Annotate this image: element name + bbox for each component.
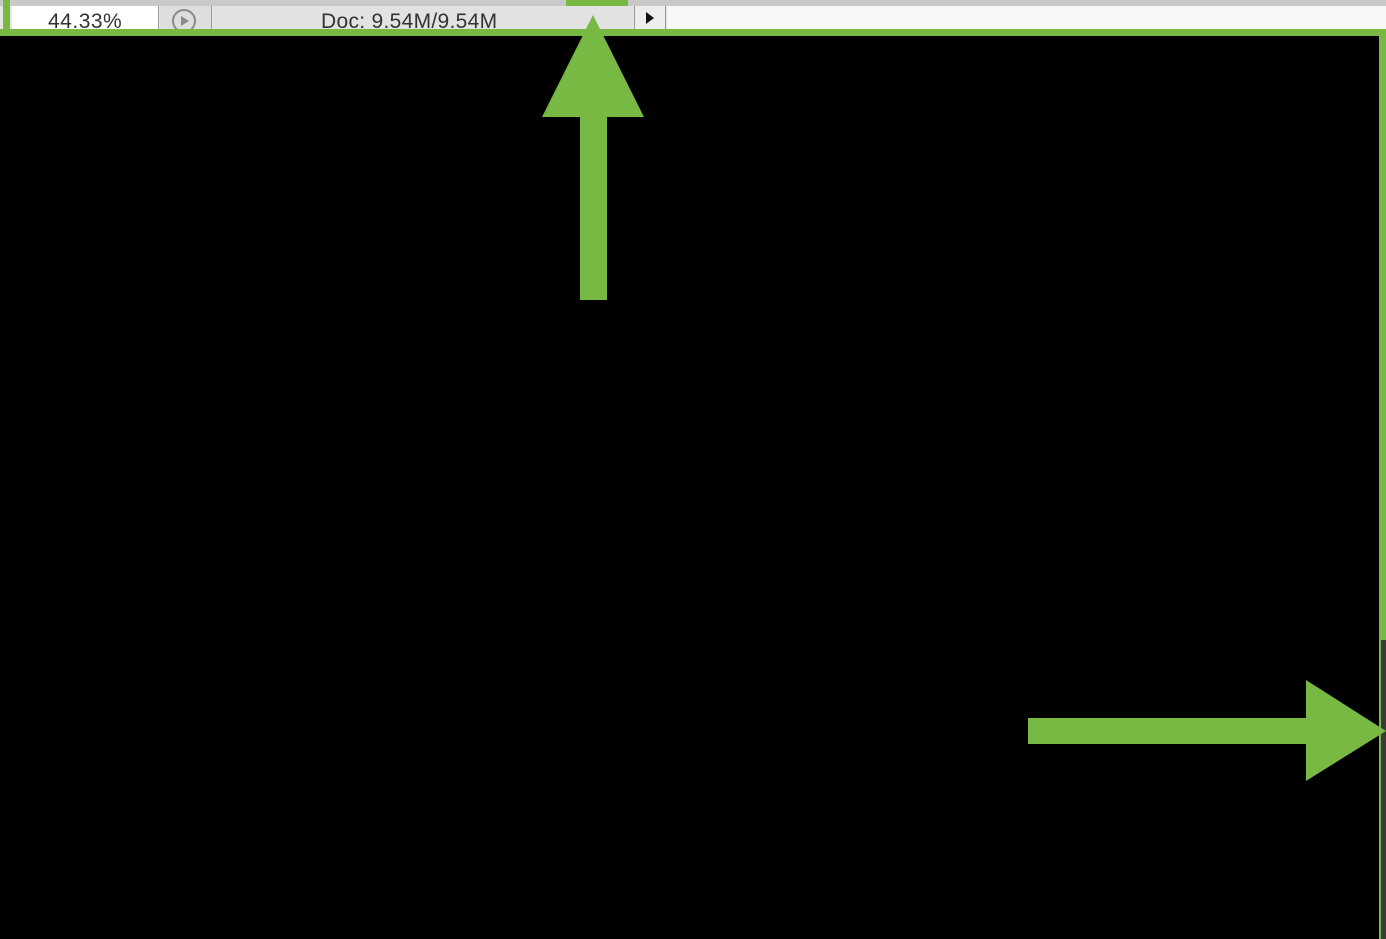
arrow-right-annotation <box>1028 680 1386 781</box>
photoshop-document-window: 44.33% Doc: 9.54M/9.54M <box>0 0 1386 939</box>
annotation-overlay <box>542 15 1386 781</box>
arrow-up-annotation <box>542 15 644 300</box>
